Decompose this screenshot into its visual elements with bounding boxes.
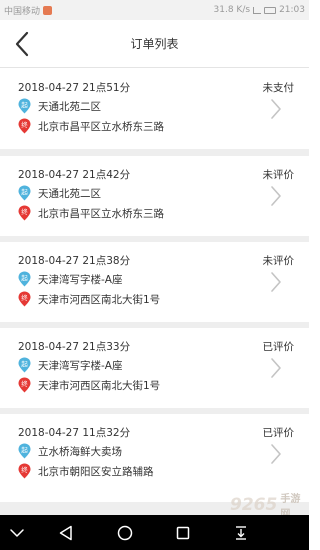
system-nav-bar: [0, 515, 309, 550]
chevron-down-icon: [10, 529, 24, 537]
end-badge: 终: [21, 465, 28, 474]
watermark: 9265 手游网: [230, 494, 308, 520]
start-badge: 起: [21, 274, 28, 282]
start-badge: 起: [21, 188, 28, 196]
recents-square-icon: [176, 526, 190, 540]
order-card[interactable]: 2018-04-27 21点42分 未评价 起 天通北苑二区 终 北京市昌平区立…: [0, 156, 309, 236]
end-badge: 终: [21, 379, 28, 388]
order-status: 未评价: [262, 255, 295, 267]
back-nav-button[interactable]: [55, 522, 77, 544]
end-address: 北京市昌平区立水桥东三路: [38, 120, 164, 133]
end-address: 北京市昌平区立水桥东三路: [38, 207, 164, 220]
home-circle-icon: [117, 525, 133, 541]
start-address: 天通北苑二区: [38, 100, 101, 113]
start-badge: 起: [21, 360, 28, 368]
end-badge: 终: [21, 293, 28, 302]
order-card[interactable]: 2018-04-27 11点32分 已评价 起 立水桥海鲜大卖场 终 北京市朝阳…: [0, 414, 309, 502]
start-address: 天通北苑二区: [38, 187, 101, 200]
clock: 21:03: [279, 5, 305, 15]
start-pin-icon: 起: [18, 185, 31, 201]
home-nav-button[interactable]: [114, 522, 136, 544]
end-badge: 终: [21, 207, 28, 216]
start-badge: 起: [21, 101, 28, 109]
carrier-name: 中国移动: [4, 6, 41, 17]
order-status: 未支付: [262, 82, 295, 94]
battery-icon: [264, 6, 277, 14]
header: 订单列表: [0, 20, 309, 68]
start-address: 立水桥海鲜大卖场: [38, 445, 122, 458]
pull-down-icon: [236, 526, 246, 540]
watermark-number: 9265: [230, 495, 278, 515]
start-address: 天津湾写字楼-A座: [38, 359, 123, 372]
start-badge: 起: [21, 446, 28, 454]
network-speed: 31.8 K/s: [213, 5, 251, 15]
start-pin-icon: 起: [18, 357, 31, 373]
order-card[interactable]: 2018-04-27 21点51分 未支付 起 天通北苑二区 终 北京市昌平区立…: [0, 69, 309, 149]
notification-pull-button[interactable]: [230, 522, 252, 544]
order-status: 已评价: [262, 427, 295, 439]
end-pin-icon: 终: [18, 118, 31, 134]
end-pin-icon: 终: [18, 377, 31, 393]
end-address: 天津市河西区南北大街1号: [38, 293, 161, 306]
chevron-right-icon[interactable]: [270, 98, 282, 120]
signal-icon: [253, 6, 262, 14]
start-pin-icon: 起: [18, 271, 31, 287]
back-triangle-icon: [59, 525, 72, 541]
order-time: 2018-04-27 11点32分: [18, 427, 131, 439]
start-pin-icon: 起: [18, 443, 31, 459]
order-time: 2018-04-27 21点38分: [18, 255, 131, 267]
order-card[interactable]: 2018-04-27 21点38分 未评价 起 天津湾写字楼-A座 终 天津市河…: [0, 242, 309, 322]
order-time: 2018-04-27 21点42分: [18, 169, 131, 181]
recents-nav-button[interactable]: [172, 522, 194, 544]
start-pin-icon: 起: [18, 98, 31, 114]
chevron-right-icon[interactable]: [270, 271, 282, 293]
end-address: 北京市朝阳区安立路辅路: [38, 465, 154, 478]
order-card[interactable]: 2018-04-27 21点33分 已评价 起 天津湾写字楼-A座 终 天津市河…: [0, 328, 309, 408]
end-address: 天津市河西区南北大街1号: [38, 379, 161, 392]
end-pin-icon: 终: [18, 291, 31, 307]
start-address: 天津湾写字楼-A座: [38, 273, 123, 286]
page-title: 订单列表: [130, 37, 179, 51]
chevron-right-icon[interactable]: [270, 185, 282, 207]
chevron-right-icon[interactable]: [270, 357, 282, 379]
end-pin-icon: 终: [18, 463, 31, 479]
end-pin-icon: 终: [18, 205, 31, 221]
chevron-right-icon[interactable]: [270, 443, 282, 465]
order-time: 2018-04-27 21点51分: [18, 82, 131, 94]
order-list: 2018-04-27 21点51分 未支付 起 天通北苑二区 终 北京市昌平区立…: [0, 69, 309, 515]
order-status: 未评价: [262, 169, 295, 181]
hide-nav-button[interactable]: [6, 522, 28, 544]
notification-app-icon: [43, 5, 53, 15]
order-time: 2018-04-27 21点33分: [18, 341, 131, 353]
status-bar: 中国移动 31.8 K/s 21:03: [0, 0, 309, 20]
order-status: 已评价: [262, 341, 295, 353]
end-badge: 终: [21, 120, 28, 129]
